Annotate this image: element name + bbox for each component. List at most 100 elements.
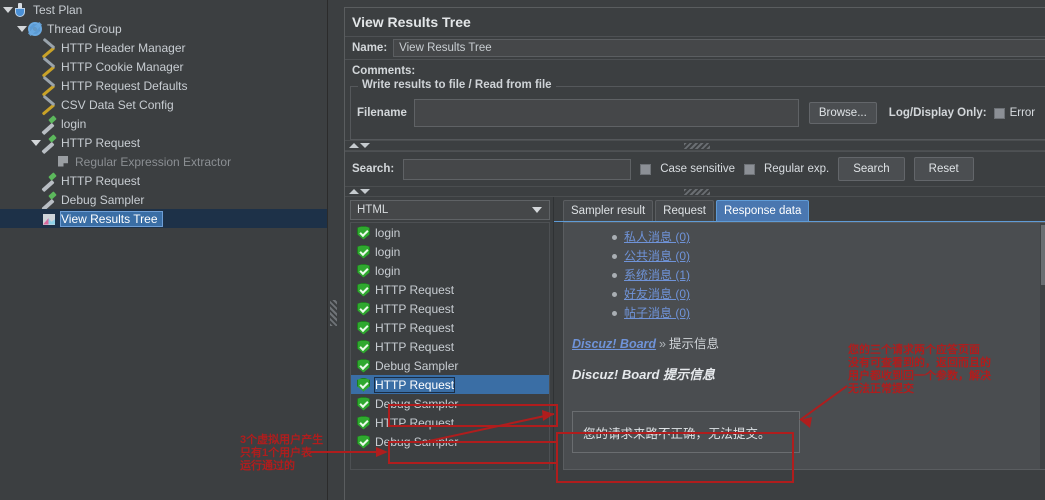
tree-item-thread-group[interactable]: Thread Group bbox=[0, 19, 327, 38]
search-button[interactable]: Search bbox=[838, 157, 905, 181]
sample-list-item-label: login bbox=[375, 244, 401, 259]
tree-item-label: Debug Sampler bbox=[61, 192, 145, 207]
message-link[interactable]: 系统消息 (1) bbox=[624, 268, 690, 282]
sample-list-item[interactable]: HTTP Request bbox=[351, 318, 549, 337]
sample-list-item[interactable]: HTTP Request bbox=[351, 375, 549, 394]
response-scrollbar[interactable] bbox=[1040, 223, 1045, 469]
reset-button[interactable]: Reset bbox=[913, 157, 974, 181]
splitter-arrows-2[interactable] bbox=[349, 189, 370, 194]
splitter-grip-icon-2[interactable] bbox=[684, 188, 710, 195]
message-list-item: 公共消息 (0) bbox=[612, 248, 1045, 264]
sample-list-item-label: HTTP Request bbox=[375, 320, 455, 335]
tree-toggle-spacer bbox=[30, 38, 41, 57]
response-data-body: 私人消息 (0) 公共消息 (0) 系统消息 (1) 好友消息 (0) 帖子消息 (0)… bbox=[563, 222, 1045, 470]
pen-icon bbox=[41, 135, 57, 151]
sample-list-item-label: HTTP Request bbox=[373, 376, 456, 393]
regular-exp-checkbox[interactable] bbox=[743, 163, 755, 175]
tree-item-label: CSV Data Set Config bbox=[61, 97, 174, 112]
tree-item-label: login bbox=[61, 116, 87, 131]
flag-icon bbox=[55, 154, 71, 170]
search-input[interactable] bbox=[403, 158, 632, 180]
message-link[interactable]: 公共消息 (0) bbox=[624, 249, 690, 263]
breadcrumb-link[interactable]: Discuz! Board bbox=[572, 337, 656, 351]
tree-toggle-spacer bbox=[30, 190, 41, 209]
lower-splitter[interactable] bbox=[345, 186, 1045, 197]
tree-item-http-request[interactable]: HTTP Request bbox=[0, 171, 327, 190]
success-shield-icon bbox=[357, 302, 370, 316]
tree-item-http-header-manager[interactable]: HTTP Header Manager bbox=[0, 38, 327, 57]
tab-response-data[interactable]: Response data bbox=[715, 200, 810, 221]
browse-button[interactable]: Browse... bbox=[808, 102, 877, 124]
message-link[interactable]: 私人消息 (0) bbox=[624, 230, 690, 244]
collapse-up-icon-2[interactable] bbox=[349, 189, 359, 194]
sample-list-item[interactable]: login bbox=[351, 261, 549, 280]
collapse-down-icon[interactable] bbox=[360, 143, 370, 148]
splitter-grip[interactable] bbox=[330, 300, 337, 326]
tree-item-http-request-defaults[interactable]: HTTP Request Defaults bbox=[0, 76, 327, 95]
tree-item-view-results-tree[interactable]: View Results Tree bbox=[0, 209, 327, 228]
errors-checkbox[interactable] bbox=[993, 107, 1005, 119]
log-display-only-label: Log/Display Only: bbox=[888, 107, 987, 119]
message-list-item: 好友消息 (0) bbox=[612, 286, 1045, 302]
tab-request[interactable]: Request bbox=[655, 200, 714, 221]
sample-list-item[interactable]: Debug Sampler bbox=[351, 394, 549, 413]
sample-list-item[interactable]: login bbox=[351, 223, 549, 242]
tree-expand-toggle-icon[interactable] bbox=[2, 0, 13, 19]
renderer-selected-value: HTML bbox=[357, 204, 389, 216]
result-tabs[interactable]: Sampler result Request Response data bbox=[554, 197, 1045, 222]
tree-item-login[interactable]: login bbox=[0, 114, 327, 133]
sample-list-item[interactable]: HTTP Request bbox=[351, 413, 549, 432]
collapse-down-icon-2[interactable] bbox=[360, 189, 370, 194]
success-shield-icon bbox=[357, 359, 370, 373]
tree-item-label: HTTP Request bbox=[61, 135, 141, 150]
success-shield-icon bbox=[357, 226, 370, 240]
vrt-frame: View Results Tree Name: View Results Tre… bbox=[344, 7, 1045, 500]
collapse-up-icon[interactable] bbox=[349, 143, 359, 148]
tree-item-debug-sampler[interactable]: Debug Sampler bbox=[0, 190, 327, 209]
chart-icon bbox=[41, 211, 57, 227]
test-plan-tree[interactable]: Test Plan Thread Group HTTP Header Manager… bbox=[0, 0, 328, 500]
chevron-down-icon[interactable] bbox=[532, 207, 542, 213]
breadcrumb-tail: 提示信息 bbox=[669, 337, 720, 351]
sample-list-item-label: Debug Sampler bbox=[375, 358, 459, 373]
upper-splitter[interactable] bbox=[345, 140, 1045, 151]
response-scrollbar-thumb[interactable] bbox=[1041, 225, 1045, 285]
tree-expand-toggle-icon[interactable] bbox=[16, 19, 27, 38]
tree-expand-toggle-icon[interactable] bbox=[30, 133, 41, 152]
sample-result-list[interactable]: login login login HTTP Request HTTP Request H… bbox=[350, 222, 550, 470]
sample-list-item-label: Debug Sampler bbox=[375, 434, 459, 449]
tree-item-csv-data-set-config[interactable]: CSV Data Set Config bbox=[0, 95, 327, 114]
filename-input[interactable] bbox=[413, 99, 799, 127]
message-link[interactable]: 好友消息 (0) bbox=[624, 287, 690, 301]
tree-item-http-request[interactable]: HTTP Request bbox=[0, 133, 327, 152]
sample-list-item[interactable]: HTTP Request bbox=[351, 337, 549, 356]
tree-item-http-cookie-manager[interactable]: HTTP Cookie Manager bbox=[0, 57, 327, 76]
main-splitter[interactable] bbox=[328, 0, 340, 500]
case-sensitive-checkbox[interactable] bbox=[640, 163, 652, 175]
view-results-tree-panel: View Results Tree Name: View Results Tre… bbox=[340, 0, 1045, 500]
tree-item-label: View Results Tree bbox=[60, 210, 163, 227]
sample-list-item[interactable]: HTTP Request bbox=[351, 299, 549, 318]
search-row: Search: Case sensitive Regular exp. Sear… bbox=[345, 151, 1045, 186]
tree-item-test-plan[interactable]: Test Plan bbox=[0, 0, 327, 19]
sample-list-item[interactable]: login bbox=[351, 242, 549, 261]
message-link[interactable]: 帖子消息 (0) bbox=[624, 306, 690, 320]
comments-label: Comments: bbox=[352, 65, 416, 77]
comments-input[interactable] bbox=[421, 62, 1045, 80]
name-input[interactable]: View Results Tree bbox=[393, 39, 1045, 57]
tab-sampler-result[interactable]: Sampler result bbox=[563, 200, 654, 221]
sample-list-item[interactable]: HTTP Request bbox=[351, 280, 549, 299]
renderer-select[interactable]: HTML bbox=[350, 200, 550, 220]
tree-item-label: HTTP Cookie Manager bbox=[61, 59, 184, 74]
success-shield-icon bbox=[357, 245, 370, 259]
success-shield-icon bbox=[357, 264, 370, 278]
sample-list-item[interactable]: Debug Sampler bbox=[351, 432, 549, 451]
splitter-arrows[interactable] bbox=[349, 143, 370, 148]
message-link-list[interactable]: 私人消息 (0) 公共消息 (0) 系统消息 (1) 好友消息 (0) 帖子消息 (0) bbox=[612, 229, 1045, 321]
splitter-grip-icon[interactable] bbox=[684, 142, 710, 149]
tree-toggle-spacer bbox=[44, 152, 55, 171]
wrench-icon bbox=[41, 97, 57, 113]
pen-icon bbox=[41, 173, 57, 189]
sample-list-item[interactable]: Debug Sampler bbox=[351, 356, 549, 375]
tree-item-regular-expression-extractor[interactable]: Regular Expression Extractor bbox=[0, 152, 327, 171]
